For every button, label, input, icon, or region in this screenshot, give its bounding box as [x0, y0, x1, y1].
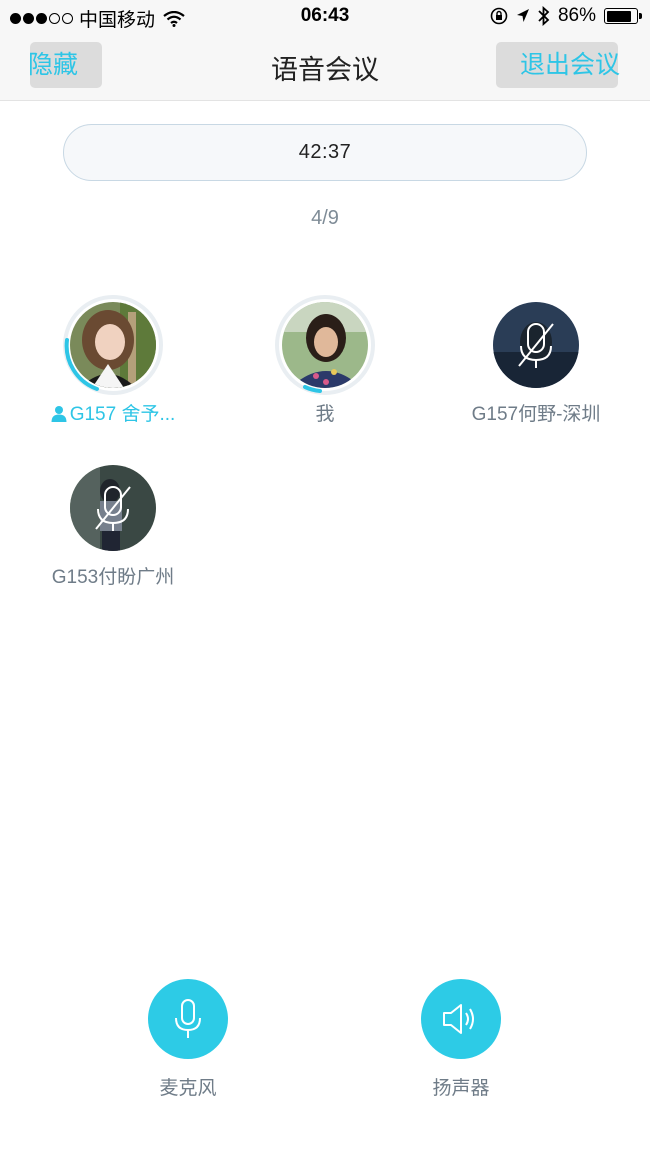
user-photo: [70, 302, 156, 388]
bluetooth-icon: [538, 6, 550, 26]
avatar: [486, 295, 586, 395]
speaker-button[interactable]: [421, 979, 501, 1059]
participant-name: G157何野-深圳: [471, 404, 601, 425]
rotation-lock-icon: [490, 7, 508, 25]
microphone-label: 麦克风: [159, 1078, 217, 1099]
participant-tile[interactable]: 我: [225, 295, 425, 426]
avatar: [275, 295, 375, 395]
microphone-control: 麦克风: [123, 979, 253, 1100]
participant-tile[interactable]: G153付盼广州: [13, 458, 213, 589]
user-photo: [282, 302, 368, 388]
battery-icon: [604, 8, 642, 24]
status-bar: 中国移动 06:43 86%: [0, 0, 650, 34]
speaker-icon: [443, 1004, 474, 1034]
location-arrow-icon: [516, 9, 529, 22]
participant-tile[interactable]: G157 舍予...: [13, 295, 213, 426]
speaker-label: 扬声器: [432, 1078, 490, 1099]
participant-name: 我: [315, 404, 335, 425]
avatar: [63, 295, 163, 395]
status-right: 86%: [490, 5, 642, 27]
speaker-control: 扬声器: [396, 979, 526, 1100]
participant-name: G153付盼广州: [51, 567, 175, 588]
participant-tile[interactable]: G157何野-深圳: [436, 295, 636, 426]
nav-bar: 隐藏 语音会议 退出会议: [0, 34, 650, 101]
call-timer: 42:37: [63, 124, 587, 181]
exit-meeting-label: 退出会议: [520, 51, 621, 79]
microphone-icon: [175, 999, 201, 1038]
mic-muted-icon: [95, 486, 131, 531]
microphone-button[interactable]: [148, 979, 228, 1059]
person-icon: [51, 406, 67, 422]
avatar: [63, 458, 163, 558]
participant-count: 4/9: [311, 207, 339, 229]
participant-name: G157 舍予...: [13, 399, 213, 426]
mic-muted-icon: [518, 323, 554, 368]
exit-meeting-button[interactable]: 退出会议: [496, 42, 621, 88]
battery-percent: 86%: [557, 5, 596, 26]
